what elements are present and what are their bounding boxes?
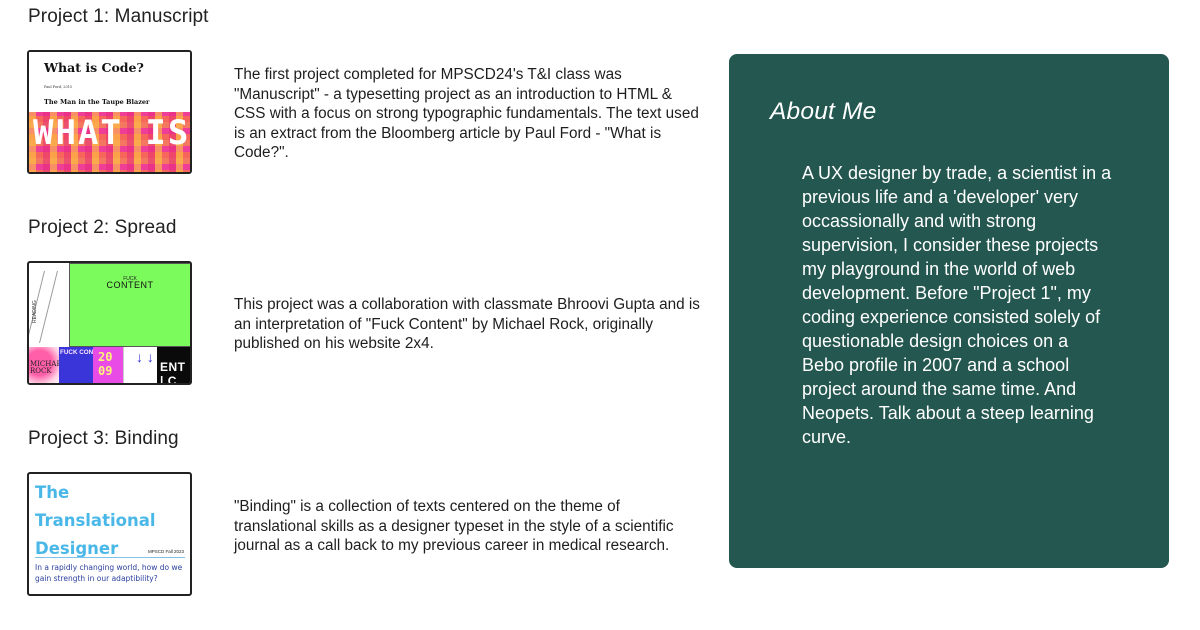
thumb-tile-strip: MICHAEL ROCK FUCK CONTENT CONTENT FUCK C… (29, 347, 190, 385)
about-panel: About Me A UX designer by trade, a scien… (729, 54, 1169, 568)
thumb-tile: FUCK CONTENT CONTENT FUCK CONTENT FUCK F… (59, 347, 93, 383)
thumb-tile: ENT | C (157, 347, 190, 385)
thumb-subtitle: The Man in the Taupe Blazer (44, 98, 150, 106)
project-title: Project 1: Manuscript (28, 6, 209, 27)
project-description: This project was a collaboration with cl… (234, 296, 700, 352)
thumb-divider (35, 557, 185, 558)
thumb-question: In a rapidly changing world, how do we g… (35, 563, 183, 583)
thumb-tile-text: FUCK CONTENT CONTENT FUCK CONTENT FUCK F… (60, 349, 93, 356)
project-thumbnail-binding[interactable]: The Translational Designer MPSCD Fall 20… (27, 472, 192, 596)
project-title: Project 2: Spread (28, 217, 177, 238)
thumb-tile-text: ENT | C (160, 360, 186, 385)
thumb-title: What is Code? (44, 60, 144, 75)
about-title: About Me (770, 98, 877, 125)
thumb-meta: MPSCD Fall 2023 (147, 549, 184, 554)
thumb-pixel-pattern: WHAT IS CODE? (29, 112, 190, 172)
about-body: A UX designer by trade, a scientist in a… (802, 163, 1112, 447)
project-description: "Binding" is a collection of texts cente… (234, 498, 674, 554)
thumb-tile-text: MICHAEL ROCK (30, 360, 59, 375)
project-thumbnail-spread[interactable]: READING FUCK CONTENT MICHAEL ROCK FUCK C… (27, 261, 192, 385)
thumb-tile: MICHAEL ROCK (29, 347, 59, 383)
project-thumbnail-manuscript[interactable]: What is Code? Paul Ford, 2015 The Man in… (27, 50, 192, 174)
thumb-byline: Paul Ford, 2015 (44, 85, 73, 89)
project-title: Project 3: Binding (28, 428, 179, 449)
thumb-tile: 20 09 (93, 347, 123, 383)
project-description: The first project completed for MPSCD24'… (234, 66, 699, 161)
thumb-stripe-label: READING (32, 300, 38, 323)
thumb-big-text: WHAT IS CODE? (33, 113, 190, 153)
thumb-tile-text: 20 09 (98, 350, 113, 378)
thumb-content-word: CONTENT (106, 280, 154, 290)
thumb-tile: ↓ ↓ (123, 347, 157, 383)
thumb-green-page: FUCK CONTENT (69, 263, 190, 347)
thumb-header: What is Code? Paul Ford, 2015 The Man in… (29, 52, 190, 112)
arrow-down-icon: ↓ ↓ (136, 349, 154, 365)
